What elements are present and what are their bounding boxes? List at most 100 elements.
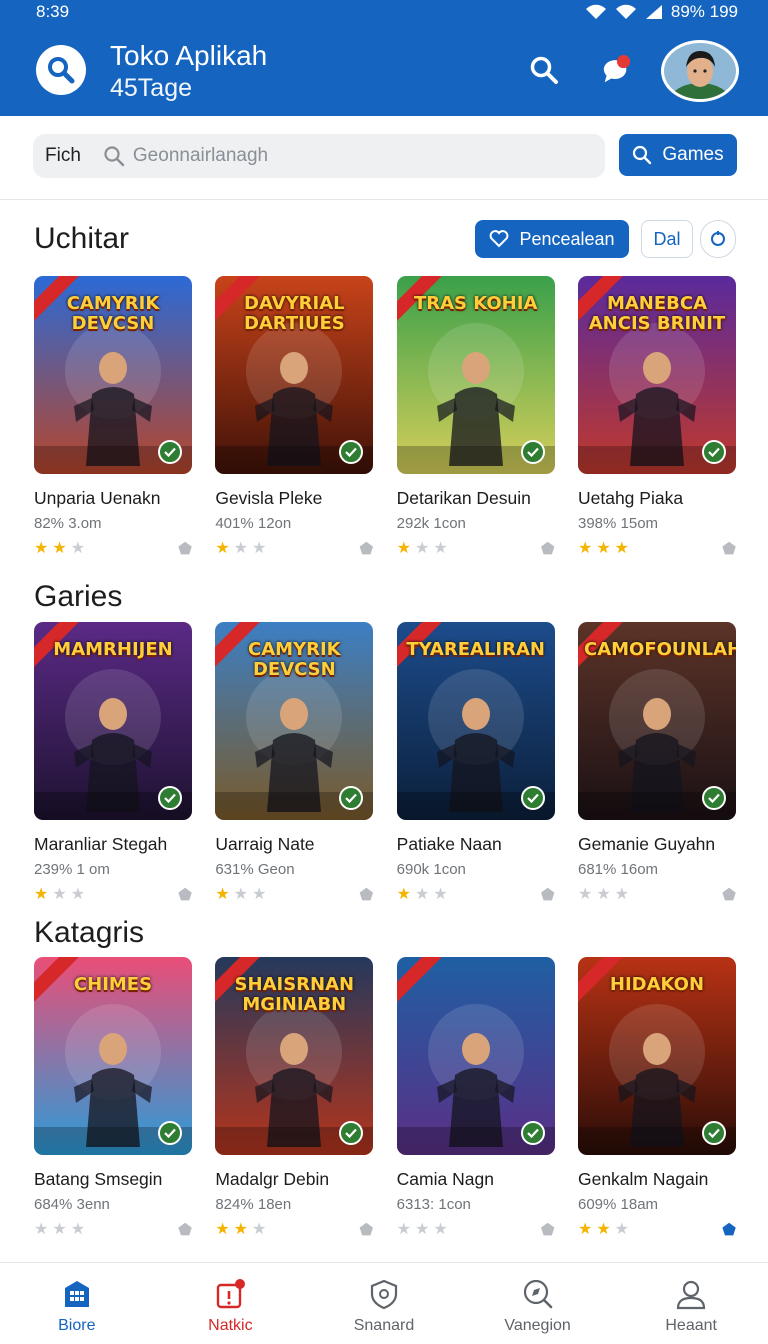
app-subtitle: 45Tage bbox=[110, 74, 193, 102]
app-thumbnail[interactable]: TYAREALIRAN bbox=[396, 622, 555, 820]
app-name[interactable]: Genkalm Nagain bbox=[578, 1169, 736, 1190]
app-card[interactable]: CAMYRIK DEVCSN Unparia Uenakn 82% 3.om ★ ★ ★ ⬟ bbox=[34, 276, 192, 558]
search-button[interactable] bbox=[528, 54, 560, 86]
games-button-label: Games bbox=[662, 144, 724, 165]
app-card[interactable]: CAMOFOUNLAH Gemanie Guyahn 681% 16om ★ ★ ★ ⬟ bbox=[577, 622, 736, 905]
app-name[interactable]: Camia Nagn bbox=[397, 1169, 555, 1190]
avatar-image bbox=[664, 43, 736, 99]
star-icon: ★ bbox=[215, 1221, 230, 1238]
star-rating: ★ ★ ★ bbox=[397, 1222, 448, 1238]
app-logo[interactable] bbox=[36, 45, 86, 95]
app-card[interactable]: MANEBCA ANCIS BRINIT Uetahg Piaka 398% 15o… bbox=[577, 276, 736, 559]
app-card[interactable]: HIDAKON Genkalm Nagain 609% 18am ★ ★ ★ ⬟ bbox=[577, 957, 736, 1240]
app-name[interactable]: Madalgr Debin bbox=[215, 1169, 373, 1190]
star-icon: ★ bbox=[596, 886, 611, 903]
app-thumbnail[interactable]: CAMYRIK DEVCSN bbox=[215, 622, 374, 820]
nav-label: Heaant bbox=[665, 1317, 717, 1334]
app-card[interactable]: CAMYRIK DEVCSN Uarraig Nate 631% Geon ★ ★ ★ ⬟ bbox=[215, 622, 374, 905]
app-card[interactable]: CHIMES Batang Smsegin 684% 3enn ★ ★ ★ ⬟ bbox=[34, 957, 192, 1239]
app-thumbnail[interactable]: DAVYRIAL DARTIUES bbox=[215, 276, 374, 474]
messages-button[interactable] bbox=[600, 54, 632, 86]
app-thumbnail[interactable]: TRAS KOHIA bbox=[396, 276, 555, 474]
app-name[interactable]: Maranliar Stegah bbox=[34, 834, 192, 855]
app-thumbnail[interactable]: MANEBCA ANCIS BRINIT bbox=[577, 276, 736, 474]
app-meta: 684% 3enn bbox=[34, 1196, 110, 1213]
rating-row: ★ ★ ★ ⬟ bbox=[215, 885, 373, 905]
star-icon: ★ bbox=[215, 886, 230, 903]
search-icon bbox=[633, 145, 652, 165]
app-bar: Toko Aplikah 45Tage bbox=[0, 24, 768, 116]
app-card[interactable]: SHAISRNAN MGINIABN Madalgr Debin 824% 18en… bbox=[215, 957, 374, 1240]
favorite-filter-button[interactable]: Pencealean bbox=[475, 220, 629, 258]
star-icon: ★ bbox=[415, 1221, 430, 1238]
thumbnail-title: MAMRHIJEN bbox=[53, 639, 173, 660]
app-name[interactable]: Uarraig Nate bbox=[215, 834, 373, 855]
thumbnail-title: TRAS KOHIA bbox=[413, 293, 538, 314]
star-rating: ★ ★ ★ bbox=[397, 887, 448, 903]
star-rating: ★ ★ ★ bbox=[215, 887, 266, 903]
bookmark-icon[interactable]: ⬟ bbox=[722, 539, 736, 559]
rating-row: ★ ★ ★ ⬟ bbox=[34, 1220, 192, 1240]
nav-item-store[interactable]: Biore bbox=[0, 1263, 154, 1344]
app-name[interactable]: Batang Smsegin bbox=[34, 1169, 192, 1190]
bookmark-icon[interactable]: ⬟ bbox=[541, 885, 555, 905]
nav-item-shield[interactable]: Snanard bbox=[307, 1263, 461, 1344]
app-name[interactable]: Patiake Naan bbox=[397, 834, 555, 855]
app-thumbnail[interactable]: CHIMES bbox=[34, 957, 192, 1155]
app-name[interactable]: Uetahg Piaka bbox=[578, 488, 736, 509]
avatar[interactable] bbox=[661, 40, 739, 102]
bookmark-icon[interactable]: ⬟ bbox=[178, 885, 192, 905]
app-card[interactable]: Camia Nagn 6313: 1con ★ ★ ★ ⬟ bbox=[396, 957, 555, 1240]
app-name[interactable]: Gemanie Guyahn bbox=[578, 834, 736, 855]
app-meta: 609% 18am bbox=[577, 1196, 659, 1213]
star-icon: ★ bbox=[34, 1221, 49, 1238]
app-card[interactable]: DAVYRIAL DARTIUES Gevisla Pleke 401% 12on ★… bbox=[215, 276, 374, 559]
wifi-icon bbox=[585, 4, 606, 19]
bookmark-icon[interactable]: ⬟ bbox=[178, 1220, 192, 1240]
app-thumbnail[interactable]: MAMRHIJEN bbox=[34, 622, 192, 820]
status-battery-text: 89% 199 bbox=[670, 2, 738, 21]
app-name[interactable]: Unparia Uenakn bbox=[34, 488, 192, 509]
thumbnail-title: HIDAKON bbox=[609, 974, 705, 995]
app-grid: CHIMES Batang Smsegin 684% 3enn ★ ★ ★ ⬟ SHAISRN… bbox=[34, 957, 736, 1239]
games-button[interactable]: Games bbox=[619, 134, 737, 176]
search-icon bbox=[48, 57, 75, 84]
app-thumbnail[interactable]: HIDAKON bbox=[577, 957, 736, 1155]
secondary-filter-button[interactable]: Dal bbox=[641, 220, 693, 258]
bottom-nav: Biore Natkic Snanard Vanegion Heaant bbox=[0, 1262, 768, 1344]
star-icon: ★ bbox=[433, 540, 448, 557]
app-thumbnail[interactable]: CAMOFOUNLAH bbox=[577, 622, 736, 820]
thumbnail-title: CAMOFOUNLAH bbox=[583, 639, 736, 660]
bookmark-icon[interactable]: ⬟ bbox=[359, 539, 373, 559]
nav-item-notifications[interactable]: Natkic bbox=[154, 1263, 308, 1344]
app-card[interactable]: MAMRHIJEN Maranliar Stegah 239% 1 om ★ ★ ★ ⬟ bbox=[34, 622, 192, 904]
app-thumbnail[interactable]: SHAISRNAN MGINIABN bbox=[215, 957, 374, 1155]
search-input[interactable] bbox=[132, 145, 513, 167]
bookmark-icon[interactable]: ⬟ bbox=[541, 1220, 555, 1240]
star-icon: ★ bbox=[233, 886, 249, 903]
nav-item-explore[interactable]: Vanegion bbox=[461, 1263, 615, 1344]
bookmark-icon[interactable]: ⬟ bbox=[178, 539, 192, 559]
bookmark-icon[interactable]: ⬟ bbox=[722, 1220, 736, 1240]
app-card[interactable]: TRAS KOHIA Detarikan Desuin 292k 1con ★ ★ ★ ⬟ bbox=[396, 276, 555, 559]
store-icon bbox=[64, 1281, 89, 1307]
installed-check-icon bbox=[520, 1121, 545, 1145]
star-rating: ★ ★ ★ bbox=[578, 887, 629, 903]
refresh-button[interactable] bbox=[700, 220, 736, 258]
app-name[interactable]: Gevisla Pleke bbox=[215, 488, 373, 509]
bookmark-icon[interactable]: ⬟ bbox=[359, 885, 373, 905]
nav-label: Natkic bbox=[208, 1317, 253, 1334]
bookmark-icon[interactable]: ⬟ bbox=[541, 539, 555, 559]
nav-item-profile[interactable]: Heaant bbox=[614, 1263, 768, 1344]
app-thumbnail[interactable]: CAMYRIK DEVCSN bbox=[34, 276, 192, 474]
app-meta: 401% 12on bbox=[215, 515, 292, 532]
star-icon: ★ bbox=[614, 886, 630, 903]
search-box[interactable]: Fich bbox=[33, 134, 605, 178]
section-title: Uchitar bbox=[34, 222, 130, 255]
app-name[interactable]: Detarikan Desuin bbox=[397, 488, 555, 509]
bookmark-icon[interactable]: ⬟ bbox=[722, 885, 736, 905]
star-icon: ★ bbox=[396, 540, 411, 557]
app-thumbnail[interactable] bbox=[396, 957, 555, 1155]
bookmark-icon[interactable]: ⬟ bbox=[359, 1220, 373, 1240]
app-card[interactable]: TYAREALIRAN Patiake Naan 690k 1con ★ ★ ★ ⬟ bbox=[396, 622, 555, 905]
